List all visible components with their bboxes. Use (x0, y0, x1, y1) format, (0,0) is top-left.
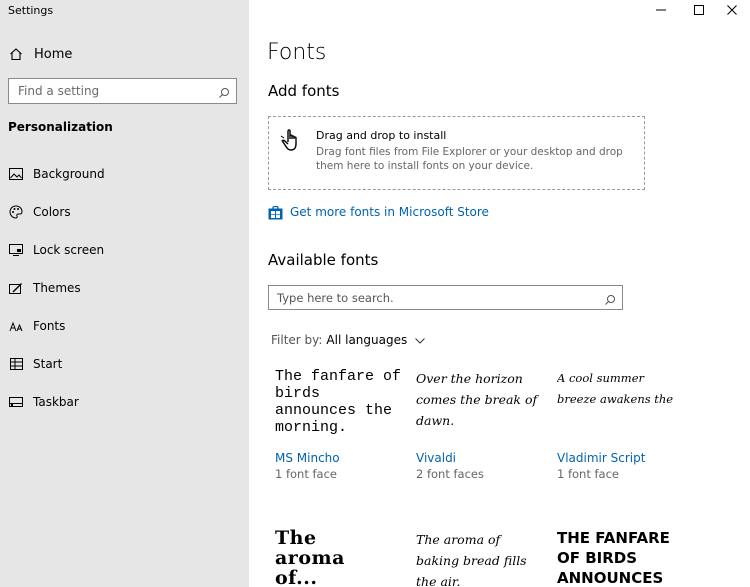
drop-title: Drag and drop to install (316, 129, 447, 142)
add-fonts-heading: Add fonts (268, 82, 340, 100)
home-icon (8, 46, 24, 62)
font-search-input[interactable]: Type here to search. (268, 285, 623, 310)
sidebar-item-label: Background (33, 167, 105, 181)
section-title: Personalization (8, 120, 113, 134)
find-setting-input[interactable]: Find a setting (8, 78, 237, 104)
font-name: Vladimir Script (557, 451, 646, 465)
palette-icon (8, 204, 24, 220)
sidebar-item-taskbar[interactable]: Taskbar (8, 392, 79, 412)
main-panel: Fonts Add fonts Drag and drop to install… (249, 0, 750, 587)
font-card-bold-serif[interactable]: The aroma of... (275, 528, 405, 587)
sidebar-item-themes[interactable]: Themes (8, 278, 81, 298)
language-filter-dropdown[interactable]: Filter by: All languages (271, 333, 426, 347)
drop-description: Drag font files from File Explorer or yo… (316, 146, 623, 172)
home-label: Home (34, 46, 73, 62)
font-name: Vivaldi (416, 451, 457, 465)
fonts-icon (8, 318, 24, 334)
font-sample: The aroma of... (275, 528, 345, 587)
sidebar-item-label: Fonts (33, 319, 66, 333)
sidebar: Settings Home Find a setting Personaliza… (0, 0, 249, 587)
filter-value: All languages (326, 333, 408, 347)
store-bag-icon (268, 205, 283, 220)
font-face-count: 1 font face (557, 467, 620, 481)
chevron-down-icon (415, 333, 426, 347)
sidebar-item-label: Taskbar (33, 395, 79, 409)
available-fonts-heading: Available fonts (268, 251, 379, 269)
lock-screen-icon (8, 242, 24, 258)
hand-pointer-icon (279, 127, 305, 157)
search-icon[interactable] (218, 84, 230, 103)
window-title: Settings (8, 4, 54, 17)
font-face-count: 1 font face (275, 467, 338, 481)
font-name: MS Mincho (275, 451, 340, 465)
taskbar-icon (8, 394, 24, 410)
font-sample: Over the horizon comes the break of dawn… (416, 371, 538, 428)
font-sample: A cool summer breeze awakens the trees. (557, 371, 674, 406)
sidebar-item-start[interactable]: Start (8, 354, 62, 374)
font-face-count: 2 font faces (416, 467, 484, 481)
home-nav-item[interactable]: Home (8, 45, 72, 63)
minimize-icon (656, 9, 666, 11)
sidebar-item-label: Colors (33, 205, 71, 219)
minimize-button[interactable] (641, 0, 681, 20)
font-card-vivaldi[interactable]: Over the horizon comes the break of dawn… (416, 368, 546, 488)
font-sample: The fanfare of birds announces the morni… (275, 368, 402, 436)
search-icon[interactable] (604, 291, 616, 310)
start-icon (8, 356, 24, 372)
sidebar-item-label: Lock screen (33, 243, 105, 257)
font-sample: The aroma of baking bread fills the air. (416, 532, 527, 587)
store-link-label: Get more fonts in Microsoft Store (290, 205, 489, 219)
font-card-caps[interactable]: THE FANFARE OF BIRDS ANNOUNCES (557, 528, 687, 587)
sidebar-item-label: Themes (33, 281, 81, 295)
filter-label: Filter by: (271, 333, 323, 347)
font-card-script-2[interactable]: The aroma of baking bread fills the air. (416, 529, 546, 587)
maximize-icon (694, 5, 704, 15)
image-icon (8, 166, 24, 182)
sidebar-item-fonts[interactable]: Fonts (8, 316, 65, 336)
font-card-vladimir-script[interactable]: A cool summer breeze awakens the trees. … (557, 368, 687, 488)
sidebar-item-label: Start (33, 357, 63, 371)
sidebar-item-colors[interactable]: Colors (8, 202, 71, 222)
microsoft-store-link[interactable]: Get more fonts in Microsoft Store (268, 203, 489, 221)
find-setting-placeholder: Find a setting (18, 84, 100, 98)
font-search-placeholder: Type here to search. (277, 290, 394, 305)
sidebar-item-background[interactable]: Background (8, 164, 105, 184)
close-icon (727, 5, 737, 15)
drop-zone[interactable]: Drag and drop to install Drag font files… (268, 116, 645, 190)
sidebar-item-lock-screen[interactable]: Lock screen (8, 240, 104, 260)
close-button[interactable] (712, 0, 750, 20)
font-card-ms-mincho[interactable]: The fanfare of birds announces the morni… (275, 368, 405, 488)
page-title: Fonts (267, 40, 327, 65)
brush-icon (8, 280, 24, 296)
font-sample: THE FANFARE OF BIRDS ANNOUNCES (557, 529, 670, 587)
